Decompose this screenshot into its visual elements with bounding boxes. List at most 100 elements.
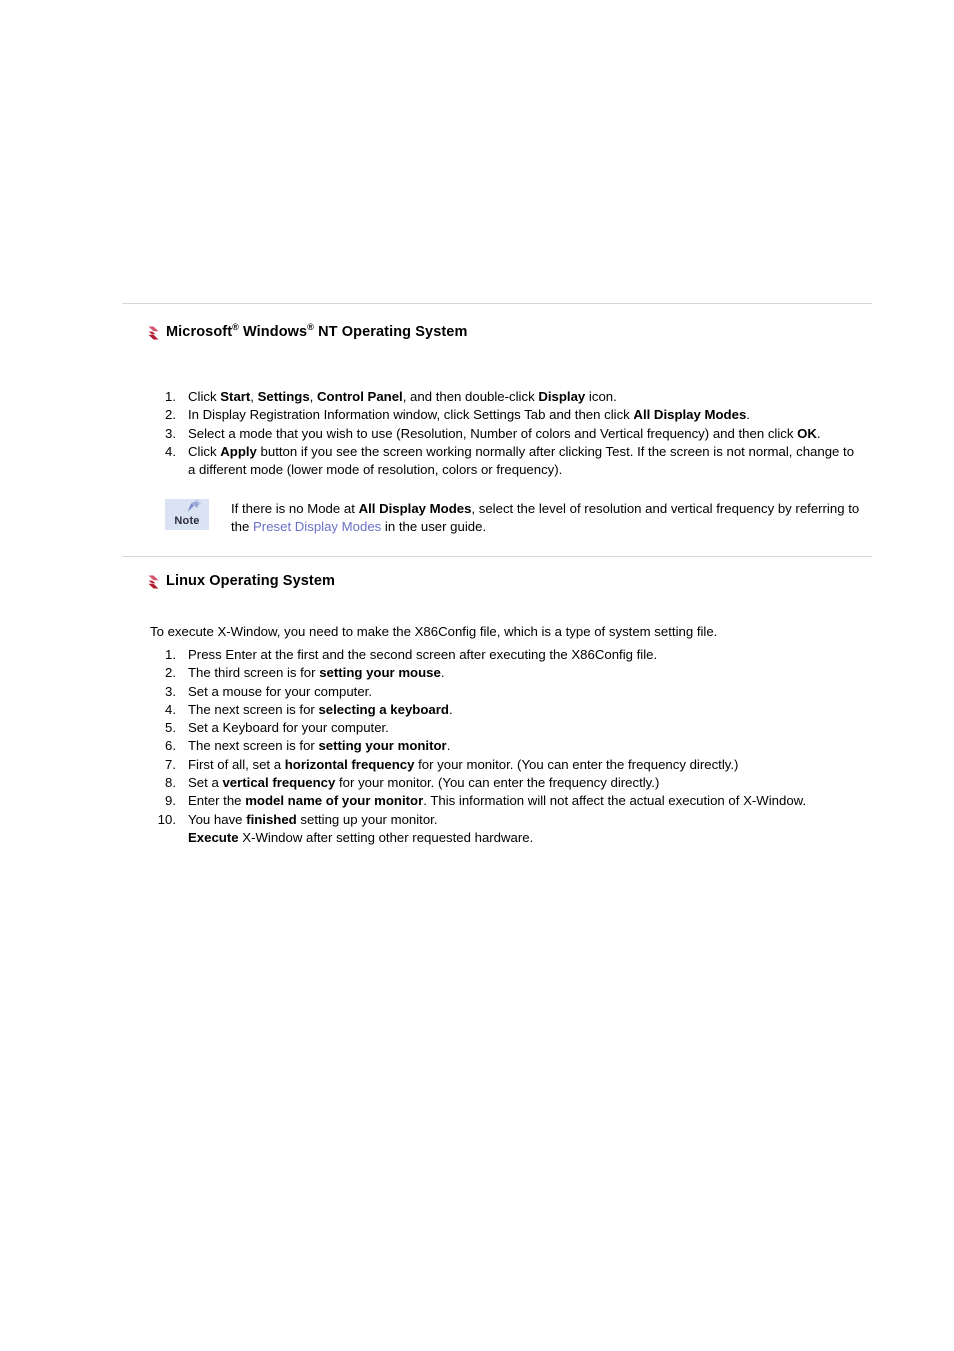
body-text: Select a mode that you wish to use (Reso… <box>188 425 798 441</box>
body-text: The third screen is for <box>188 665 320 681</box>
list-item-text: Select a mode that you wish to use (Reso… <box>188 426 821 441</box>
list-item-number: 3. <box>165 425 176 441</box>
list-item: 4. Click Apply button if you see the scre… <box>150 443 862 480</box>
list-item-text: Press Enter at the first and the second … <box>188 647 657 662</box>
heading-linux-label: Linux Operating System <box>166 573 335 589</box>
list-item-number: 3. <box>165 683 176 699</box>
body-text: . <box>440 665 445 681</box>
list-item: 3. Select a mode that you wish to use (Re… <box>150 425 862 443</box>
body-text: , and then double-click <box>402 389 539 404</box>
list-item-text: The third screen is for setting your mou… <box>188 665 445 680</box>
list-item-text: Click Apply button if you see the screen… <box>188 444 854 477</box>
list-item-text: The next screen is for selecting a keybo… <box>188 702 453 717</box>
emphasis-text: Execute <box>188 829 239 845</box>
body-text: Set a mouse for your computer. <box>188 683 372 699</box>
list-item-number: 1. <box>165 389 176 404</box>
heading-windows-suffix: NT Operating System <box>313 324 468 340</box>
list-item: 5. Set a Keyboard for your computer. <box>150 719 862 737</box>
body-text: . <box>448 701 453 717</box>
heading-windows-middle: Windows <box>238 324 308 340</box>
body-text: Click <box>188 389 221 404</box>
list-item-number: 7. <box>165 756 176 772</box>
list-item-number: 9. <box>165 793 176 809</box>
list-item-number: 2. <box>165 665 176 681</box>
list-item: 8. Set a vertical frequency for your moni… <box>150 774 862 792</box>
list-item-number: 2. <box>165 407 176 423</box>
list-item-text: Set a mouse for your computer. <box>188 684 372 699</box>
list-item: 1. Click Start, Settings, Control Panel, … <box>150 388 862 406</box>
body-text: You have <box>188 811 247 827</box>
section-divider-middle <box>122 556 872 557</box>
heading-windows-nt: Microsoft® Windows® NT Operating System <box>148 322 468 341</box>
heading-windows-prefix: Microsoft <box>166 324 233 340</box>
list-item-number: 8. <box>165 775 176 791</box>
list-item: 10. You have finished setting up your mon… <box>150 811 862 848</box>
emphasis-text: All Display Modes <box>358 501 472 516</box>
note-pushpin-icon: Note <box>165 499 217 532</box>
list-item-number: 1. <box>165 647 176 662</box>
body-text: Enter the <box>188 793 246 809</box>
emphasis-text: model name of your monitor <box>245 793 424 809</box>
list-item-number: 6. <box>165 738 176 754</box>
body-text: for your monitor. (You can enter the fre… <box>414 756 739 772</box>
body-text: . This information will not affect the a… <box>423 793 807 809</box>
preset-display-modes-link[interactable]: Preset Display Modes <box>253 519 381 534</box>
list-item-number: 4. <box>165 701 176 717</box>
document-page: Microsoft® Windows® NT Operating System … <box>0 0 954 1351</box>
emphasis-text: setting your mouse <box>319 665 441 681</box>
list-item-number: 5. <box>165 720 176 736</box>
body-text: The next screen is for <box>188 738 319 754</box>
red-arrow-bullet-icon <box>148 575 159 589</box>
emphasis-text: Control Panel <box>316 389 403 404</box>
heading-windows-nt-label: Microsoft® Windows® NT Operating System <box>166 322 468 341</box>
emphasis-text: All Display Modes <box>633 407 747 423</box>
body-text: for your monitor. (You can enter the fre… <box>335 775 660 791</box>
body-text: In Display Registration Information wind… <box>188 407 634 423</box>
list-item-text: Click Start, Settings, Control Panel, an… <box>188 389 617 404</box>
body-text: , <box>309 389 317 404</box>
body-text: Set a Keyboard for your computer. <box>188 720 389 736</box>
list-item-text: Enter the model name of your monitor. Th… <box>188 793 806 808</box>
list-item: 4. The next screen is for selecting a key… <box>150 701 862 719</box>
list-item-number: 10. <box>157 811 176 827</box>
heading-linux: Linux Operating System <box>148 573 335 590</box>
list-item: 7. First of all, set a horizontal frequen… <box>150 756 862 774</box>
list-item-text: The next screen is for setting your moni… <box>188 738 450 753</box>
emphasis-text: Settings <box>257 389 310 404</box>
list-item-text: First of all, set a horizontal frequency… <box>188 757 738 772</box>
list-item-text: Set a Keyboard for your computer. <box>188 720 389 735</box>
body-text: . <box>746 407 750 423</box>
body-text: If there is no Mode at <box>231 501 359 516</box>
body-text: X-Window after setting other requested h… <box>238 829 534 845</box>
linux-steps-list: 1. Press Enter at the first and the secon… <box>150 646 862 847</box>
emphasis-text: horizontal frequency <box>284 756 415 772</box>
list-item: 1. Press Enter at the first and the secon… <box>150 646 862 664</box>
body-text: . <box>816 425 821 441</box>
linux-intro-paragraph: To execute X-Window, you need to make th… <box>150 624 718 640</box>
emphasis-text: Apply <box>220 443 257 459</box>
body-text: button if you see the screen working nor… <box>188 443 855 478</box>
section-divider-top <box>122 303 872 304</box>
red-arrow-bullet-icon <box>148 326 159 340</box>
list-item: 3. Set a mouse for your computer. <box>150 683 862 701</box>
body-text: in the user guide. <box>381 519 487 535</box>
registered-mark-icon-2: ® <box>307 322 314 333</box>
list-item: 9. Enter the model name of your monitor. … <box>150 792 862 810</box>
emphasis-text: finished <box>246 811 297 827</box>
list-item-text: Set a vertical frequency for your monito… <box>188 775 659 790</box>
body-text: , <box>250 389 258 404</box>
windows-steps-list: 1. Click Start, Settings, Control Panel, … <box>150 388 862 479</box>
body-text: Click <box>188 443 221 459</box>
list-item-number: 4. <box>165 443 176 459</box>
note-icon-label: Note <box>174 515 200 527</box>
body-text: First of all, set a <box>188 756 285 772</box>
emphasis-text: Start <box>220 389 251 404</box>
body-text: . <box>446 738 451 754</box>
body-text: icon. <box>585 389 617 404</box>
emphasis-text: vertical frequency <box>222 775 336 791</box>
list-item-text: In Display Registration Information wind… <box>188 407 750 422</box>
note-callout: Note If there is no Mode at All Display … <box>165 498 865 537</box>
emphasis-text: Display <box>538 389 586 404</box>
body-text: Set a <box>188 775 223 791</box>
body-text: The next screen is for <box>188 701 319 717</box>
